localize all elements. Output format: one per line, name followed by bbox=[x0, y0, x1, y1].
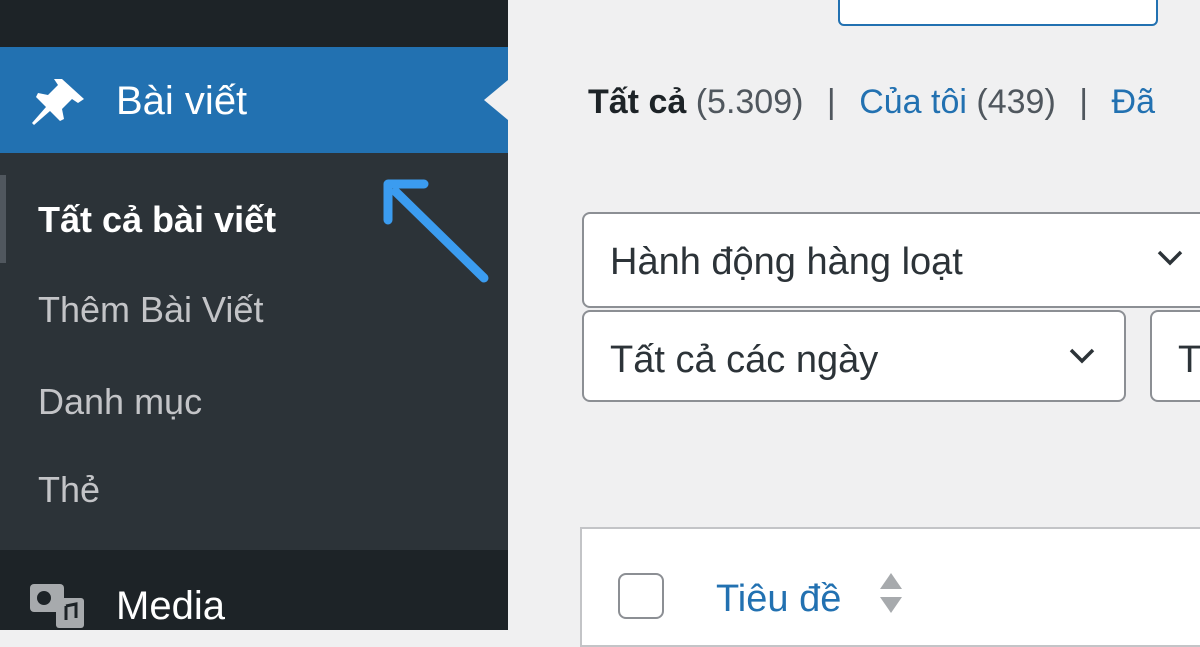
filter-separator: | bbox=[826, 83, 836, 121]
search-box-partial[interactable] bbox=[838, 0, 1158, 26]
sidebar-item-posts-label: Bài viết bbox=[116, 79, 248, 123]
filter-all[interactable]: Tất cả bbox=[588, 83, 686, 121]
sidebar-item-posts[interactable]: Bài viết bbox=[0, 47, 508, 153]
media-icon bbox=[30, 584, 84, 628]
chevron-down-icon bbox=[1069, 348, 1095, 364]
sidebar-item-media[interactable]: Media bbox=[0, 550, 508, 630]
sidebar-previous-item bbox=[0, 0, 508, 47]
filter-separator: | bbox=[1079, 83, 1089, 121]
sort-icon[interactable] bbox=[878, 569, 904, 617]
category-filter-value: T bbox=[1178, 339, 1200, 381]
date-filter-value: Tất cả các ngày bbox=[610, 339, 879, 381]
pushpin-icon bbox=[32, 79, 84, 125]
category-filter-select[interactable]: T bbox=[1150, 310, 1200, 402]
sidebar-item-media-label: Media bbox=[116, 584, 225, 628]
filter-published[interactable]: Đã bbox=[1112, 83, 1155, 121]
bulk-actions-select[interactable]: Hành động hàng loạt bbox=[582, 212, 1200, 308]
submenu-item-add-post[interactable]: Thêm Bài Viết bbox=[38, 286, 263, 334]
submenu-item-tags[interactable]: Thẻ bbox=[38, 466, 100, 514]
filter-mine[interactable]: Của tôi bbox=[859, 83, 967, 121]
submenu-item-categories[interactable]: Danh mục bbox=[38, 378, 202, 426]
column-header-title[interactable]: Tiêu đề bbox=[716, 575, 841, 623]
annotation-arrow-icon bbox=[383, 179, 489, 283]
posts-table: Tiêu đề bbox=[580, 527, 1200, 647]
select-all-checkbox[interactable] bbox=[618, 573, 664, 619]
filter-all-count: (5.309) bbox=[695, 83, 804, 121]
current-menu-notch bbox=[484, 80, 508, 120]
filter-mine-count: (439) bbox=[976, 83, 1056, 121]
current-item-indicator bbox=[0, 175, 6, 263]
admin-sidebar: Bài viết Tất cả bài viết Thêm Bài Viết D… bbox=[0, 0, 508, 630]
date-filter-select[interactable]: Tất cả các ngày bbox=[582, 310, 1126, 402]
chevron-down-icon bbox=[1157, 250, 1183, 266]
post-status-filters: Tất cả (5.309) | Của tôi (439) | Đã bbox=[588, 80, 1155, 124]
bulk-actions-value: Hành động hàng loạt bbox=[610, 241, 963, 283]
submenu-item-all-posts[interactable]: Tất cả bài viết bbox=[38, 196, 276, 244]
